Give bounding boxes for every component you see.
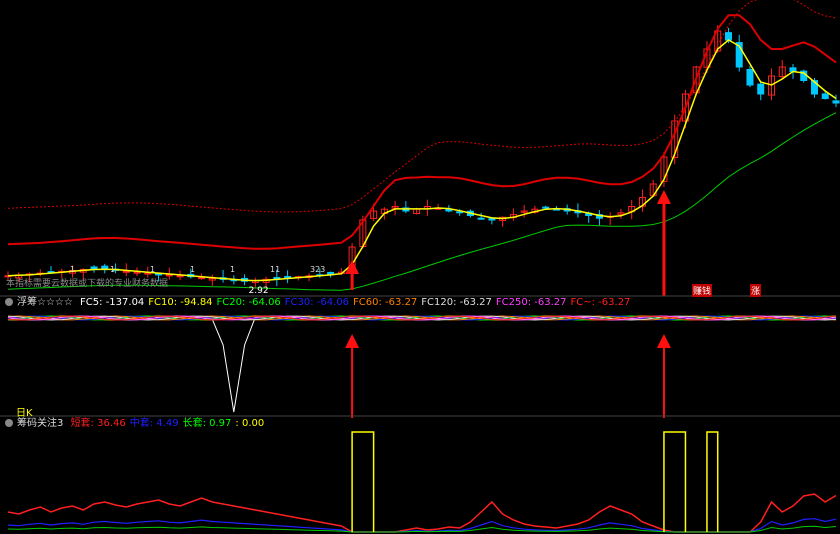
cross-label: 11 [270, 265, 280, 274]
cross-label: 1 [150, 265, 155, 274]
legend-item: FC10: -94.84 [148, 297, 213, 308]
breakout-arrow-head [345, 334, 360, 348]
legend-item: FC~: -63.27 [570, 297, 631, 308]
ma-slow-line [7, 112, 837, 291]
panel1-header: 浮筹☆☆☆☆ FC5: -137.04 FC10: -94.84 FC20: -64… [0, 295, 840, 310]
ma-fast-line [7, 39, 837, 282]
signal-spike [351, 431, 375, 532]
candle-body [198, 277, 206, 280]
float-chip-panel [7, 315, 837, 418]
chart-canvas: 2.921 1 1 1 1 11 323 [0, 0, 840, 533]
candle-body [284, 276, 292, 279]
candle-body [757, 83, 765, 95]
candle-body [746, 69, 754, 86]
breakout-arrow-head [345, 260, 360, 274]
signal-spike [663, 431, 687, 532]
settings-icon[interactable] [5, 419, 13, 427]
settings-icon[interactable] [5, 298, 13, 306]
candle-body [724, 32, 732, 41]
panel2-fields: 短套: 36.46 中套: 4.49 长套: 0.97: 0.00 [71, 418, 269, 429]
candle-body [542, 206, 550, 209]
candle-body [273, 276, 281, 280]
candle-body [90, 266, 98, 270]
cross-label: 1 [70, 265, 75, 274]
cross-label: 323 [310, 265, 325, 274]
candle-body [488, 218, 496, 221]
candle-body [821, 93, 829, 100]
panel2-title[interactable]: 筹码关注3 [17, 418, 63, 429]
upper-band-line [7, 14, 837, 250]
legend-item: 中套: 4.49 [129, 418, 179, 429]
fc-line [7, 315, 837, 413]
signal-spike [706, 431, 719, 532]
breakout-arrow-head [656, 334, 671, 348]
price-panel: 2.921 1 1 1 1 11 323 [4, 0, 840, 296]
mid-trap-line [7, 518, 837, 533]
candle-body [155, 273, 163, 276]
candle-body [122, 270, 130, 273]
candle-body [176, 275, 184, 278]
panel1-fields: FC5: -137.04 FC10: -94.84 FC20: -64.06 FC30… [80, 297, 634, 308]
cross-label: 1 [110, 265, 115, 274]
cross-label: 1 [230, 265, 235, 274]
candle-body [133, 271, 141, 274]
panel1-title[interactable]: 浮筹☆☆☆☆ [17, 297, 73, 308]
legend-item: FC120: -63.27 [421, 297, 492, 308]
candle-body [327, 271, 335, 275]
legend-item: FC30: -64.06 [284, 297, 350, 308]
legend-item: FC60: -63.27 [353, 297, 418, 308]
cross-label: 1 [190, 265, 195, 274]
legend-item: : 0.00 [235, 418, 265, 429]
short-trap-line [7, 493, 837, 533]
data-notice: 本指标需要云数据或下载的专业财务数据 [6, 279, 169, 289]
legend-item: 短套: 36.46 [70, 418, 126, 429]
envelope-line [7, 0, 837, 213]
panel2-header: 筹码关注3 短套: 36.46 中套: 4.49 长套: 0.97: 0.00 [0, 416, 840, 431]
candle-body [477, 217, 485, 220]
legend-item: FC5: -137.04 [80, 297, 145, 308]
chip-focus-panel [7, 431, 837, 533]
legend-item: 长套: 0.97 [182, 418, 232, 429]
candle-body [832, 100, 840, 104]
legend-item: FC20: -64.06 [216, 297, 281, 308]
legend-item: FC250: -63.27 [495, 297, 567, 308]
breakout-arrow-head [656, 190, 671, 204]
